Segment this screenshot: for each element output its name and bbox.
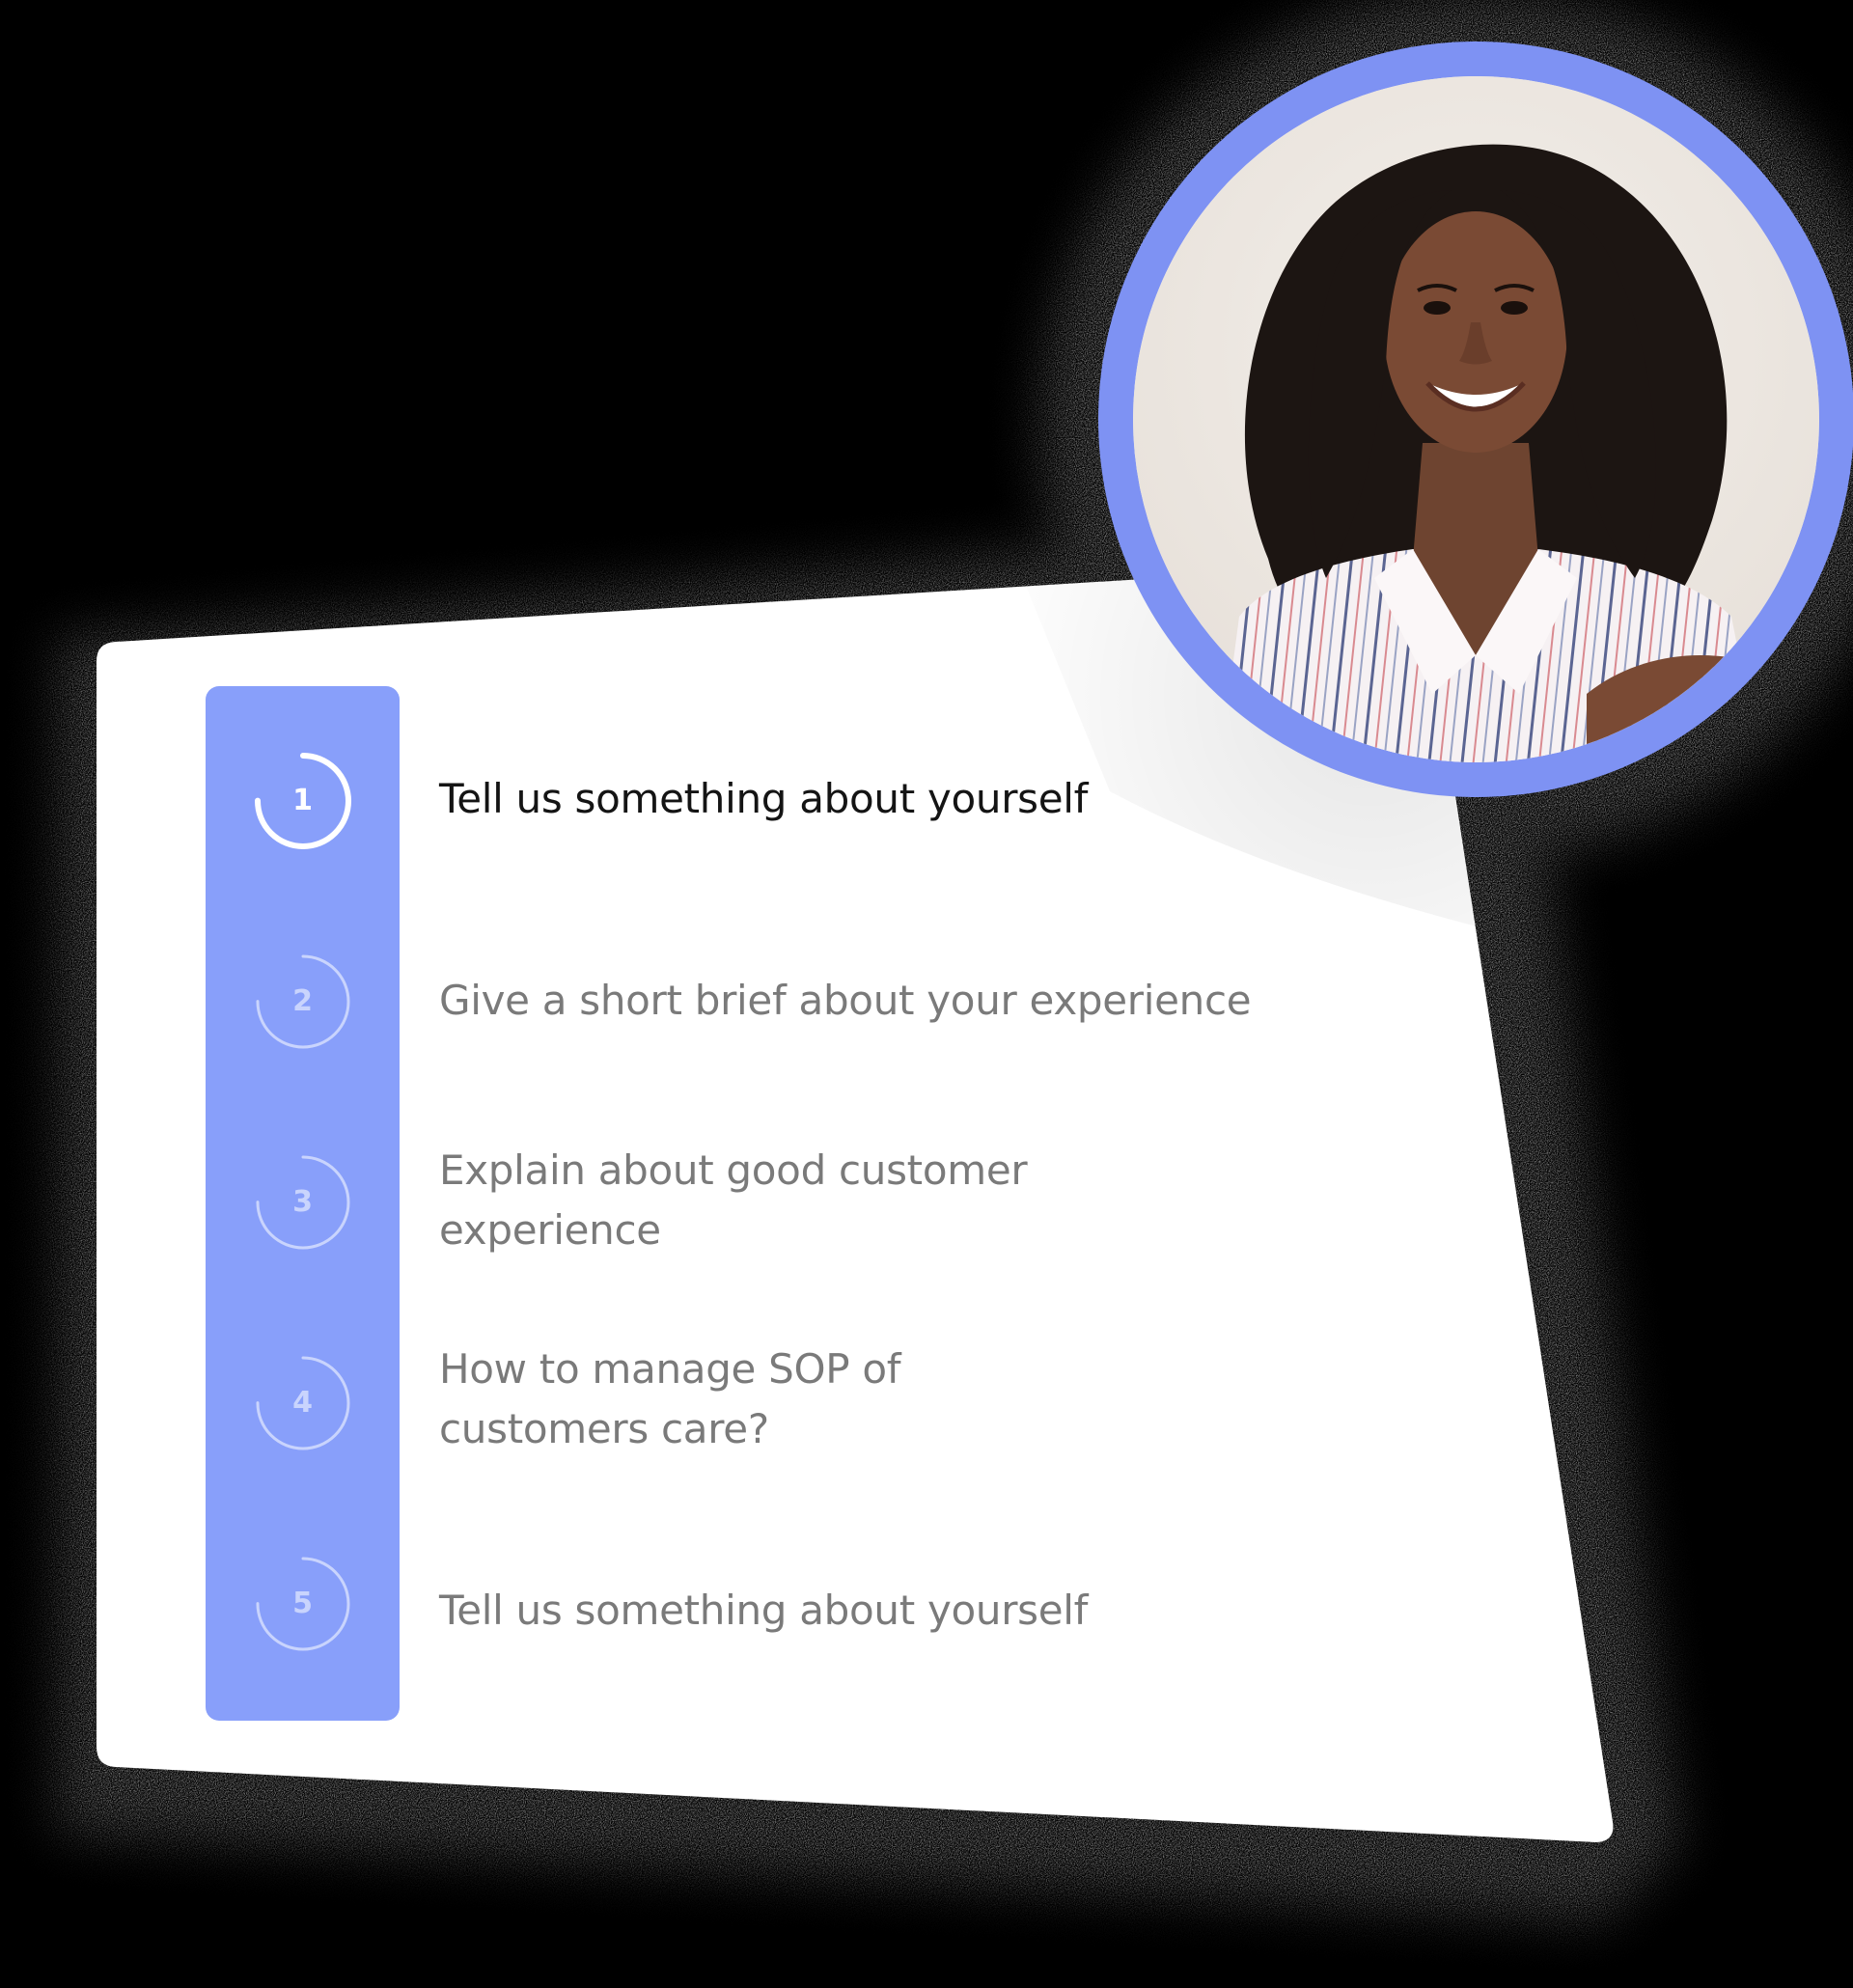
step-number: 1 — [292, 784, 313, 817]
question-2[interactable]: Give a short brief about your experience — [439, 971, 1308, 1031]
step-indicator-1[interactable]: 1 — [252, 750, 354, 852]
question-5[interactable]: Tell us something about yourself — [439, 1581, 1211, 1641]
step-number: 5 — [292, 1587, 313, 1620]
step-number: 4 — [292, 1386, 313, 1420]
interview-questions-card: 1 2 3 4 5 Tell us something about yourse… — [0, 0, 1853, 1988]
step-number: 3 — [292, 1185, 313, 1219]
step-indicator-3[interactable]: 3 — [252, 1151, 354, 1254]
question-3[interactable]: Explain about good customer experience — [439, 1141, 1076, 1260]
step-number: 2 — [292, 984, 313, 1018]
profile-photo-icon — [1133, 76, 1819, 762]
question-4[interactable]: How to manage SOP of customers care? — [439, 1339, 941, 1459]
question-1[interactable]: Tell us something about yourself — [439, 769, 1211, 829]
step-indicator-2[interactable]: 2 — [252, 951, 354, 1053]
progress-rail: 1 2 3 4 5 — [206, 686, 400, 1721]
step-indicator-4[interactable]: 4 — [252, 1352, 354, 1454]
avatar — [1098, 41, 1853, 797]
step-indicator-5[interactable]: 5 — [252, 1553, 354, 1655]
